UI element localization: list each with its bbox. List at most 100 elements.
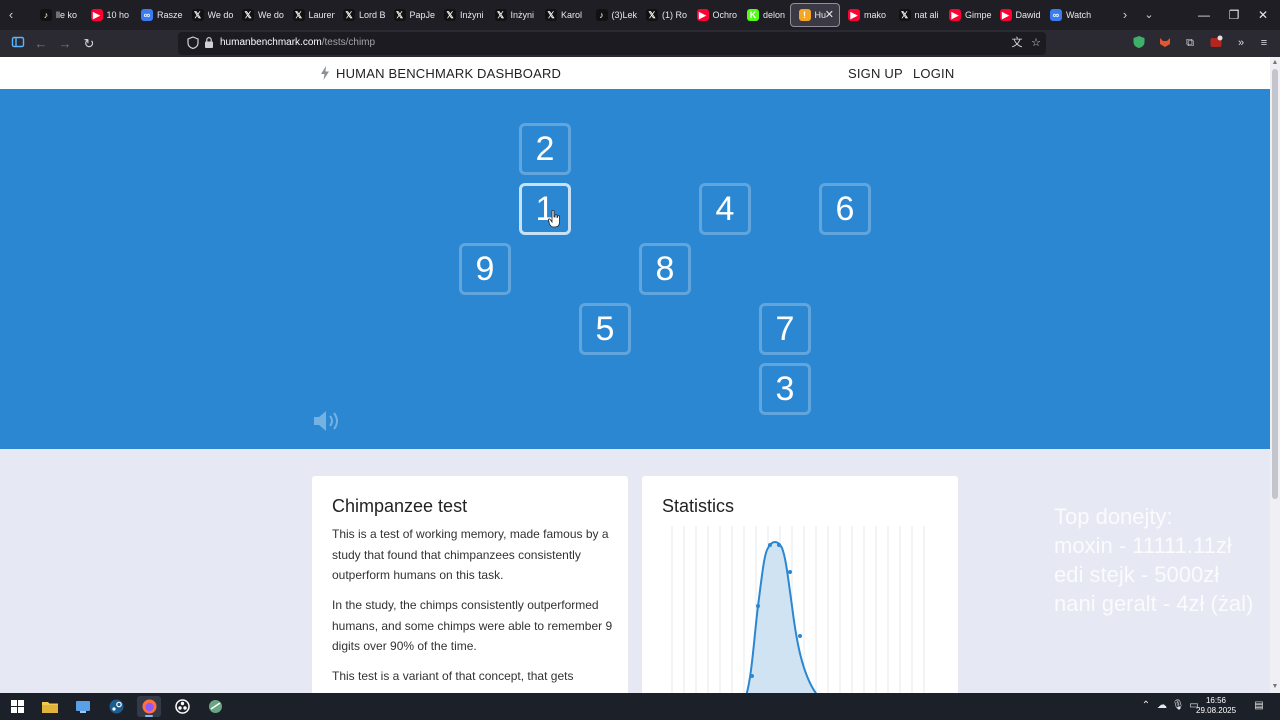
x-icon: 𝕏 (494, 9, 507, 21)
steam-icon[interactable] (104, 696, 128, 717)
browser-tab[interactable]: 𝕏nat ali (891, 3, 942, 27)
minimize-icon[interactable]: — (1195, 6, 1213, 24)
browser-tab[interactable]: ▶ Ochro (689, 3, 740, 27)
browser-tab[interactable]: ∞ Watch (1042, 3, 1093, 27)
login-link[interactable]: LOGIN (913, 66, 954, 81)
browser-tab[interactable]: ♪ (3)Lek (588, 3, 639, 27)
lightning-logo-icon[interactable] (320, 66, 330, 80)
info-card-title: Chimpanzee test (332, 496, 468, 516)
x-icon: 𝕏 (646, 9, 658, 21)
browser-tab[interactable]: ∞ Rasze (133, 3, 184, 27)
browser-tab-label: Ochro (712, 10, 738, 20)
system-clock[interactable]: 16:56 29.08.2025 (1196, 696, 1236, 716)
score-distribution-chart (671, 526, 925, 693)
menu-icon[interactable]: ≡ (1256, 35, 1272, 51)
back-icon[interactable]: ← (32, 35, 50, 53)
browser-tab[interactable]: ! Hu ✕ (789, 3, 840, 27)
translate-icon[interactable]: 文 (1010, 36, 1024, 50)
microphone-icon[interactable]: 🎙 (1171, 698, 1185, 714)
page-scrollbar[interactable]: ▲ ▼ (1270, 57, 1280, 693)
browser-tab-label: lle ko (56, 10, 78, 20)
control-panel-icon[interactable] (71, 696, 95, 717)
x-icon: 𝕏 (545, 9, 557, 21)
notifications-icon[interactable]: ▤ (1252, 698, 1266, 714)
browser-tab[interactable]: 𝕏 (1) Ro (638, 3, 689, 27)
forward-icon[interactable]: → (56, 35, 74, 53)
browser-tab[interactable]: 𝕏 Inżyni (487, 3, 538, 27)
number-tile-2[interactable]: 2 (519, 123, 571, 175)
obs-icon[interactable] (170, 696, 194, 717)
sidebar-toggle-icon[interactable] (9, 35, 27, 53)
browser-tab[interactable]: ▶ mako (840, 3, 891, 27)
scroll-down-arrow-icon[interactable]: ▼ (1270, 682, 1280, 692)
browser-tab[interactable]: 𝕏 We do (234, 3, 285, 27)
firefox-icon[interactable] (137, 696, 161, 717)
distribution-point (788, 570, 792, 574)
show-hidden-icons-icon[interactable]: ⌃ (1139, 698, 1153, 714)
dashboard-link[interactable]: DASHBOARD (477, 66, 561, 81)
info-paragraph-3: This test is a variant of that concept, … (332, 669, 574, 683)
youtube-icon: ▶ (848, 9, 860, 21)
windows-taskbar: ⌃ ☁ 🎙 ▭ 16:56 29.08.2025 ▤ (0, 693, 1280, 720)
number-tile-6[interactable]: 6 (819, 183, 871, 235)
tracking-protection-icon[interactable] (186, 36, 200, 50)
extensions-puzzle-icon[interactable]: ⧉ (1182, 35, 1198, 51)
browser-tab-label: PapJe (409, 10, 436, 20)
restore-icon[interactable]: ❐ (1225, 6, 1243, 24)
extension-fox-icon[interactable] (1157, 35, 1173, 51)
scroll-thumb[interactable] (1272, 69, 1278, 499)
reload-icon[interactable]: ↻ (80, 35, 98, 53)
lock-icon[interactable] (204, 36, 214, 50)
close-tab-icon[interactable]: ✕ (825, 8, 834, 21)
scroll-up-arrow-icon[interactable]: ▲ (1270, 58, 1280, 68)
number-tile-9[interactable]: 9 (459, 243, 511, 295)
url-text[interactable]: humanbenchmark.com/tests/chimp (220, 37, 375, 48)
youtube-icon: ▶ (90, 9, 103, 21)
number-tile-7[interactable]: 7 (759, 303, 811, 355)
extension-shield-icon[interactable] (1131, 35, 1147, 51)
browser-tab[interactable]: 𝕏 Karol (537, 3, 588, 27)
extension-badge-icon[interactable] (1208, 35, 1224, 51)
tab-scroll-left-button[interactable]: ‹ (4, 7, 18, 23)
browser-tab[interactable]: 𝕏 Lord B (335, 3, 386, 27)
windows-start-icon[interactable] (5, 696, 29, 717)
close-window-icon[interactable]: ✕ (1254, 6, 1272, 24)
number-tile-8[interactable]: 8 (639, 243, 691, 295)
browser-tab[interactable]: Kdelon (739, 3, 790, 27)
browser-tab-label: Karol (561, 10, 583, 20)
app-icon[interactable] (203, 696, 227, 717)
signup-link[interactable]: SIGN UP (848, 66, 903, 81)
info-card: Chimpanzee test This is a test of workin… (312, 476, 628, 693)
browser-tab-label: (3)Lek (611, 10, 638, 20)
browser-tab-label: Inżyni (510, 10, 535, 20)
browser-tab-label: Lauren (308, 10, 336, 20)
bookmark-star-icon[interactable]: ☆ (1029, 36, 1043, 50)
browser-tab[interactable]: 𝕏 We do (184, 3, 235, 27)
browser-tab[interactable]: ▶ 10 ho (83, 3, 134, 27)
number-tile-4[interactable]: 4 (699, 183, 751, 235)
brand-link[interactable]: HUMAN BENCHMARK (336, 66, 473, 81)
browser-tab[interactable]: 𝕏 Lauren (285, 3, 336, 27)
browser-tab-label: mako (864, 10, 887, 20)
onedrive-icon[interactable]: ☁ (1155, 698, 1169, 714)
number-tile-5[interactable]: 5 (579, 303, 631, 355)
navigation-toolbar: ← → ↻ humanbenchmark.com/tests/chimp 文 ☆… (0, 30, 1280, 57)
speaker-icon[interactable] (312, 409, 344, 433)
browser-tab[interactable]: ▶ Gimpe (941, 3, 992, 27)
browser-tab-label: Dawid (1015, 10, 1041, 20)
tiktok-icon: ♪ (40, 9, 52, 21)
file-explorer-icon[interactable] (38, 696, 62, 717)
browser-tab[interactable]: ▶ Dawid (992, 3, 1043, 27)
browser-tab[interactable]: 𝕏 Inżyni (436, 3, 487, 27)
tab-scroll-right-button[interactable]: › (1118, 7, 1132, 23)
browser-tab[interactable]: ♪ lle ko (32, 3, 83, 27)
site-header: HUMAN BENCHMARK DASHBOARD SIGN UP LOGIN (0, 57, 1270, 89)
number-tile-3[interactable]: 3 (759, 363, 811, 415)
statistics-card: Statistics (642, 476, 958, 693)
number-tile-1[interactable]: 1 (519, 183, 571, 235)
youtube-icon: ▶ (696, 9, 709, 21)
browser-tab[interactable]: 𝕏 PapJe (386, 3, 437, 27)
more-tools-icon[interactable]: » (1233, 35, 1249, 51)
list-all-tabs-button[interactable]: ⌄ (1142, 7, 1156, 23)
url-bar[interactable]: humanbenchmark.com/tests/chimp 文 ☆ (178, 32, 1046, 55)
